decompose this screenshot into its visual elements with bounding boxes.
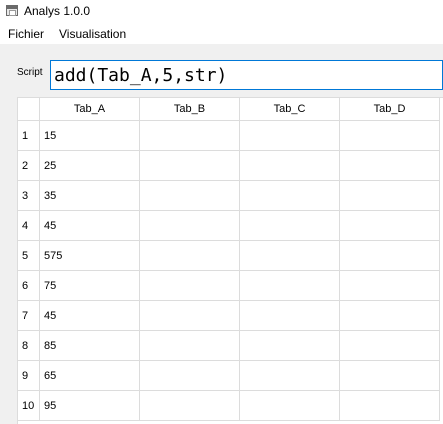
column-header-tab-a[interactable]: Tab_A	[40, 98, 140, 121]
table-cell[interactable]	[240, 121, 340, 151]
column-header-tab-b[interactable]: Tab_B	[140, 98, 240, 121]
menu-visualisation[interactable]: Visualisation	[58, 27, 127, 41]
menu-fichier[interactable]: Fichier	[7, 27, 45, 41]
row-header[interactable]: 9	[18, 361, 40, 391]
table-cell[interactable]	[340, 331, 440, 361]
script-panel: Script	[0, 45, 443, 95]
table-cell[interactable]	[340, 121, 440, 151]
data-table: Tab_A Tab_B Tab_C Tab_D 1 15 2 25 3 35 4 45 5 575 6 75 7…	[17, 97, 443, 424]
table-cell[interactable]	[240, 331, 340, 361]
table-cell[interactable]: 45	[40, 211, 140, 241]
table-cell[interactable]	[140, 181, 240, 211]
script-input[interactable]	[50, 60, 443, 90]
table-cell[interactable]	[140, 241, 240, 271]
table-cell[interactable]: 35	[40, 181, 140, 211]
table-cell[interactable]	[340, 181, 440, 211]
table-cell[interactable]	[340, 211, 440, 241]
row-header[interactable]: 3	[18, 181, 40, 211]
table-cell[interactable]	[140, 121, 240, 151]
menu-bar: Fichier Visualisation	[0, 24, 443, 45]
table-cell[interactable]	[240, 391, 340, 421]
row-header[interactable]: 1	[18, 121, 40, 151]
table-cell[interactable]: 15	[40, 121, 140, 151]
column-header-tab-d[interactable]: Tab_D	[340, 98, 440, 121]
table-cell[interactable]	[340, 151, 440, 181]
table-cell[interactable]	[340, 301, 440, 331]
table-cell[interactable]	[140, 271, 240, 301]
table-cell[interactable]	[240, 301, 340, 331]
script-label: Script	[17, 67, 43, 78]
row-header[interactable]: 5	[18, 241, 40, 271]
column-header-tab-c[interactable]: Tab_C	[240, 98, 340, 121]
app-window: Analys 1.0.0 Fichier Visualisation Scrip…	[0, 0, 443, 424]
table-cell[interactable]	[340, 361, 440, 391]
table-cell[interactable]: 75	[40, 271, 140, 301]
row-header[interactable]: 7	[18, 301, 40, 331]
table-cell[interactable]	[140, 301, 240, 331]
table-cell[interactable]	[240, 181, 340, 211]
table-cell[interactable]	[140, 361, 240, 391]
row-header[interactable]: 8	[18, 331, 40, 361]
table-cell[interactable]	[240, 151, 340, 181]
app-window-icon	[6, 5, 18, 16]
table-cell[interactable]	[140, 211, 240, 241]
table-cell[interactable]: 45	[40, 301, 140, 331]
row-header[interactable]: 4	[18, 211, 40, 241]
table-cell[interactable]	[240, 211, 340, 241]
table-cell[interactable]	[340, 241, 440, 271]
table-cell[interactable]	[140, 151, 240, 181]
table-cell[interactable]: 65	[40, 361, 140, 391]
table-cell[interactable]: 85	[40, 331, 140, 361]
table-cell[interactable]: 95	[40, 391, 140, 421]
row-header[interactable]: 6	[18, 271, 40, 301]
table-cell[interactable]: 575	[40, 241, 140, 271]
table-cell[interactable]: 25	[40, 151, 140, 181]
table-cell[interactable]	[140, 391, 240, 421]
table-cell[interactable]	[240, 271, 340, 301]
window-title: Analys 1.0.0	[24, 4, 91, 18]
table-cell[interactable]	[140, 331, 240, 361]
table-cell[interactable]	[240, 361, 340, 391]
table-corner[interactable]	[18, 98, 40, 121]
table-cell[interactable]	[340, 271, 440, 301]
row-header[interactable]: 10	[18, 391, 40, 421]
row-header[interactable]: 2	[18, 151, 40, 181]
table-cell[interactable]	[340, 391, 440, 421]
table-cell[interactable]	[240, 241, 340, 271]
title-bar: Analys 1.0.0	[0, 0, 443, 24]
